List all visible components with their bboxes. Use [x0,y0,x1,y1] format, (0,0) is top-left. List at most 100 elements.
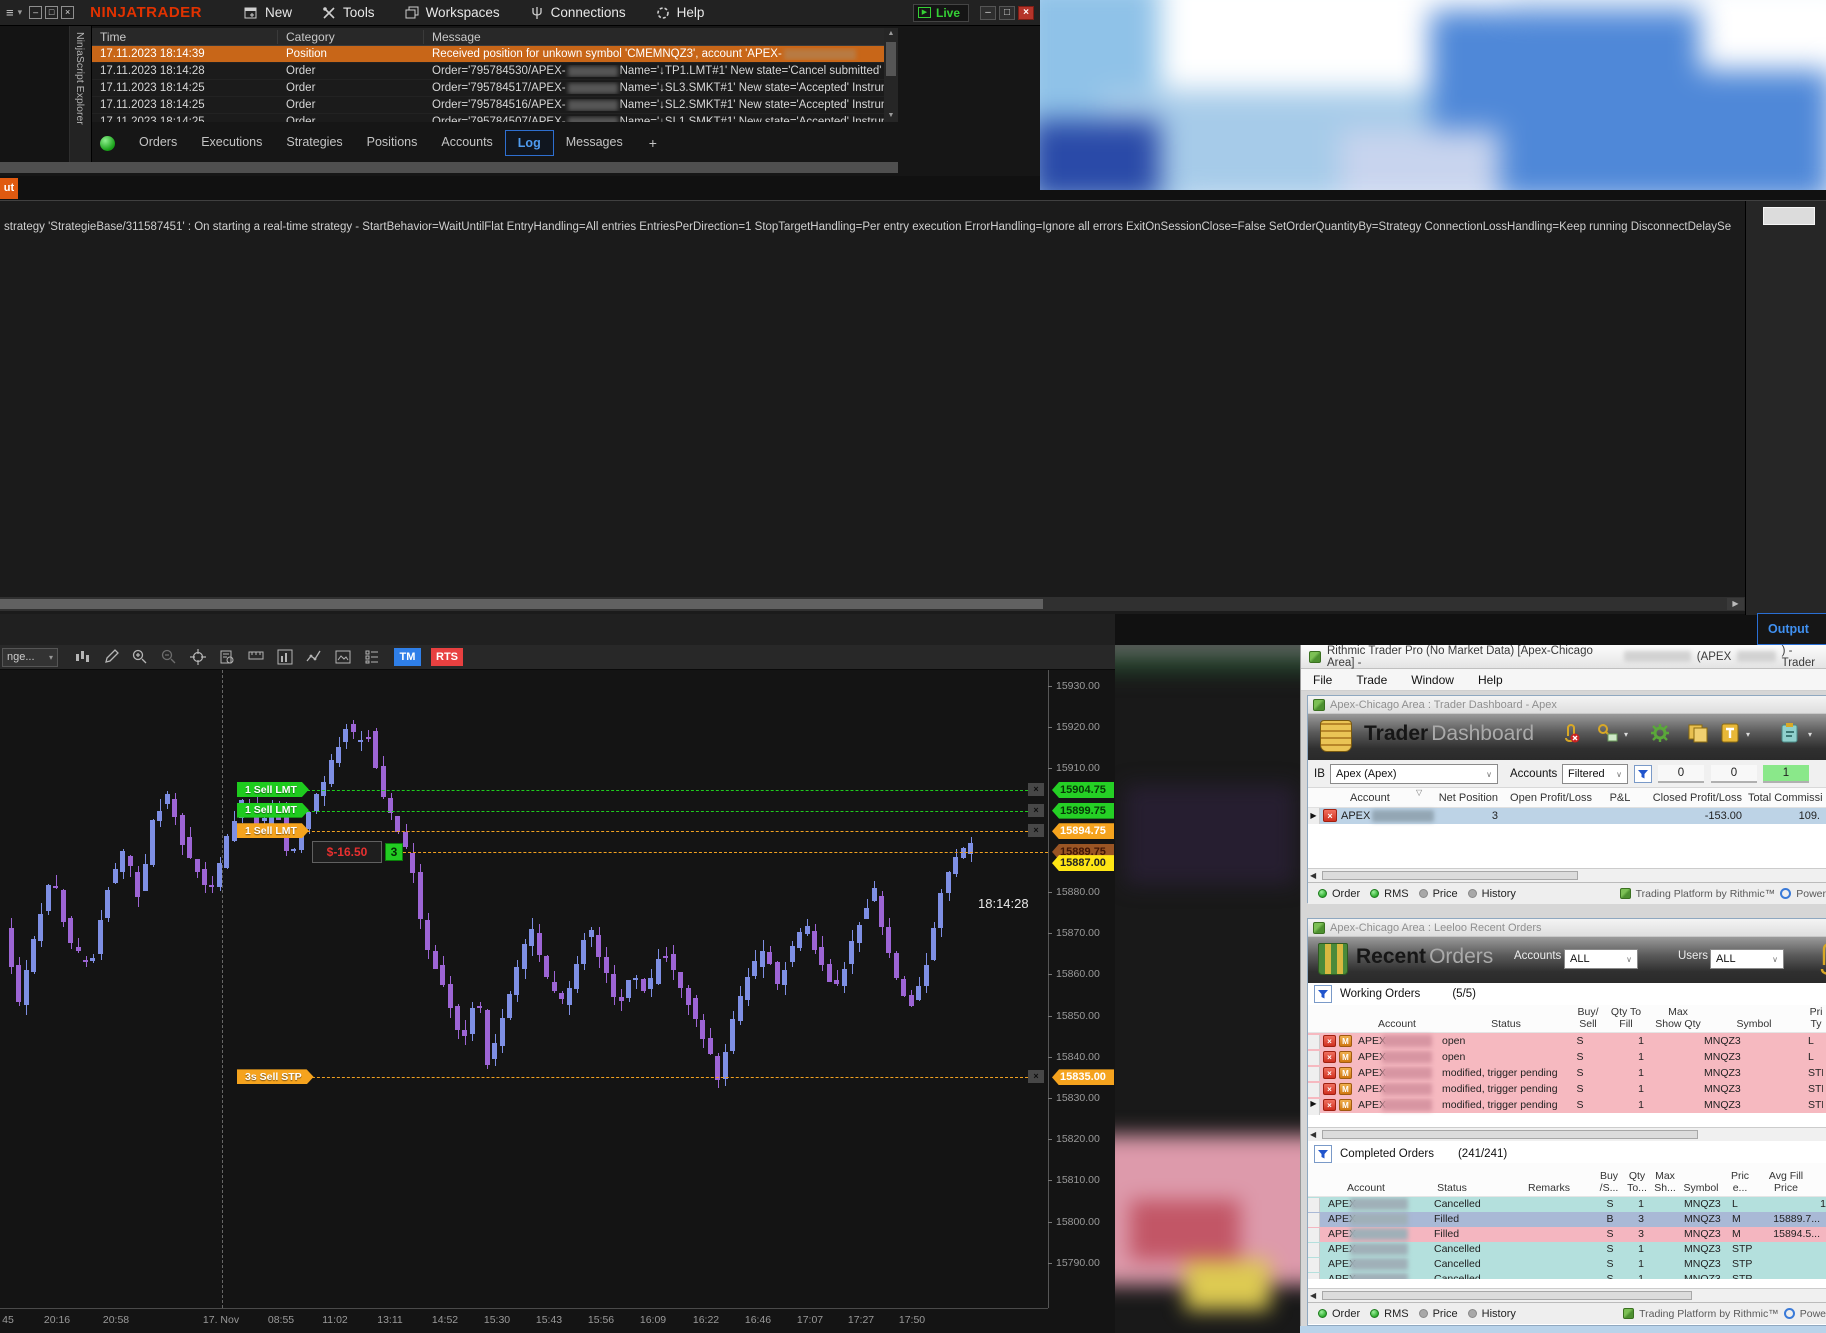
menu-new[interactable]: New [244,5,292,20]
menu-help[interactable]: Help [656,5,704,20]
accounts-filter-select[interactable]: Filtered ∨ [1562,764,1628,784]
paperclip-icon[interactable] [1816,941,1826,977]
modify-order-icon[interactable]: M [1339,1035,1352,1047]
tab-positions[interactable]: Positions [355,130,430,156]
minimize-button[interactable]: – [980,5,996,20]
column-category[interactable]: Category [278,29,424,44]
order-label[interactable]: 1 Sell LMT [237,823,309,838]
restore-button-left[interactable]: □ [45,6,59,19]
column-header[interactable]: Qty To Fill [1606,1006,1646,1030]
scroll-down-icon[interactable]: ▼ [884,110,898,122]
system-menu-icon[interactable]: ≡ [6,5,14,20]
scroll-thumb[interactable] [1322,1291,1692,1300]
add-tab-button[interactable]: + [643,130,663,156]
working-order-row[interactable]: × M APEX modified, trigger pending S 1 MNQZ3 ST… [1308,1065,1826,1083]
keys-icon[interactable] [1596,722,1620,744]
scroll-thumb[interactable] [0,599,1043,609]
scroll-thumb[interactable] [1322,1130,1698,1139]
position-qty-badge[interactable]: 3 [385,843,403,861]
copy-folders-icon[interactable] [1686,722,1710,744]
working-order-row[interactable]: × M APEX open S 1 MNQZ3 L [1308,1033,1826,1051]
chevron-down-icon[interactable]: ▾ [1808,730,1812,739]
menu-window[interactable]: Window [1411,673,1454,687]
time-axis[interactable] [0,1308,1048,1309]
indicator-panel-icon[interactable] [275,648,295,666]
close-button-left[interactable]: × [61,6,75,19]
completed-order-row[interactable]: APEX Filled B 3 MNQZ3 M 15889.7... [1308,1212,1826,1228]
interval-dropdown[interactable]: nge... ▾ [2,647,58,667]
column-header[interactable]: Max Sh... [1650,1170,1680,1194]
completed-order-row[interactable]: APEX Filled S 3 MNQZ3 M 15894.5... [1308,1227,1826,1243]
log-row[interactable]: 17.11.2023 18:14:25 Order Order='795784507… [92,114,884,122]
output-tab[interactable]: Output [1757,613,1826,645]
column-header[interactable]: Status [1412,1182,1492,1194]
modify-order-icon[interactable]: M [1339,1051,1352,1063]
col-net-position[interactable]: Net Position [1434,792,1498,804]
cancel-order-icon[interactable]: × [1323,1051,1336,1063]
maximize-button[interactable]: □ [999,5,1015,20]
column-header[interactable]: Max Show Qty [1650,1006,1706,1030]
cancel-order-icon[interactable]: × [1028,803,1044,817]
working-order-row[interactable]: ▶ × M APEX modified, trigger pending S 1 MNQZ3 S… [1308,1097,1826,1115]
chevron-down-icon[interactable]: ▾ [18,7,23,18]
dashboard-hscrollbar[interactable]: ◀ [1308,868,1826,882]
tm-button[interactable]: TM [394,648,421,666]
column-header[interactable]: Pric e... [1726,1170,1754,1194]
tab-strategies[interactable]: Strategies [274,130,354,156]
column-message[interactable]: Message [424,30,884,44]
order-label[interactable]: 3s Sell STP [237,1069,314,1084]
working-order-row[interactable]: × M APEX modified, trigger pending S 1 MNQZ3 ST… [1308,1081,1826,1099]
log-row[interactable]: 17.11.2023 18:14:25 Order Order='795784516… [92,97,884,114]
snapshot-icon[interactable] [333,648,353,666]
col-account[interactable]: Account [1350,792,1390,804]
users-select[interactable]: ALL ∨ [1710,949,1784,969]
modify-order-icon[interactable]: M [1339,1099,1352,1111]
tab-executions[interactable]: Executions [189,130,274,156]
col-commission[interactable]: Total Commissi [1748,792,1826,804]
line-tool-icon[interactable] [304,648,324,666]
crosshair-icon[interactable] [188,648,208,666]
column-time[interactable]: Time [92,29,278,44]
filter-funnel-icon[interactable] [1634,765,1652,783]
menu-file[interactable]: File [1313,673,1332,687]
data-box-icon[interactable] [217,648,237,666]
list-properties-icon[interactable] [362,648,382,666]
filter-funnel-icon[interactable] [1314,1145,1332,1163]
log-scrollbar[interactable]: ▲ ▼ [884,28,898,122]
tab-accounts[interactable]: Accounts [429,130,504,156]
completed-hscrollbar[interactable]: ◀ [1308,1288,1826,1302]
unrealized-pnl-box[interactable]: $-16.50 [312,841,382,863]
price-axis[interactable] [1048,670,1049,1308]
tab-orders[interactable]: Orders [127,130,189,156]
scroll-thumb[interactable] [886,42,896,76]
cancel-order-icon[interactable]: × [1323,1035,1336,1047]
minimize-button-left[interactable]: – [29,6,43,19]
column-header[interactable]: Symbol [1679,1182,1723,1194]
scroll-left-icon[interactable]: ◀ [1310,871,1316,880]
cancel-order-icon[interactable]: × [1028,824,1044,838]
rts-button[interactable]: RTS [431,648,463,666]
tab-messages[interactable]: Messages [554,130,635,156]
column-header[interactable]: Remarks [1509,1182,1589,1194]
scroll-left-icon[interactable]: ◀ [1310,1130,1316,1139]
clipboard-icon[interactable] [1778,722,1802,744]
cancel-order-icon[interactable]: × [1323,1067,1336,1079]
column-header[interactable]: Status [1466,1018,1546,1030]
cancel-order-icon[interactable]: × [1323,1099,1336,1111]
zoom-out-icon[interactable] [159,648,179,666]
text-doc-icon[interactable] [1718,722,1742,744]
cancel-order-icon[interactable]: × [1028,1070,1044,1084]
completed-order-row[interactable]: APEX Cancelled S 1 MNQZ3 STP [1308,1257,1826,1273]
cancel-order-icon[interactable]: × [1323,1083,1336,1095]
ninjascript-explorer-strip[interactable]: NinjaScript Explorer [70,26,92,162]
scroll-up-icon[interactable]: ▲ [884,28,898,40]
cancel-order-icon[interactable]: × [1028,783,1044,797]
column-header[interactable]: Buy /S... [1594,1170,1624,1194]
close-position-icon[interactable]: × [1323,809,1337,822]
col-pl[interactable]: P&L [1602,792,1638,804]
log-row[interactable]: 17.11.2023 18:14:28 Order Order='795784530… [92,63,884,80]
modify-order-icon[interactable]: M [1339,1083,1352,1095]
column-header[interactable]: Qty To... [1622,1170,1652,1194]
close-button[interactable]: × [1018,5,1034,20]
column-header[interactable]: Account [1326,1182,1406,1194]
